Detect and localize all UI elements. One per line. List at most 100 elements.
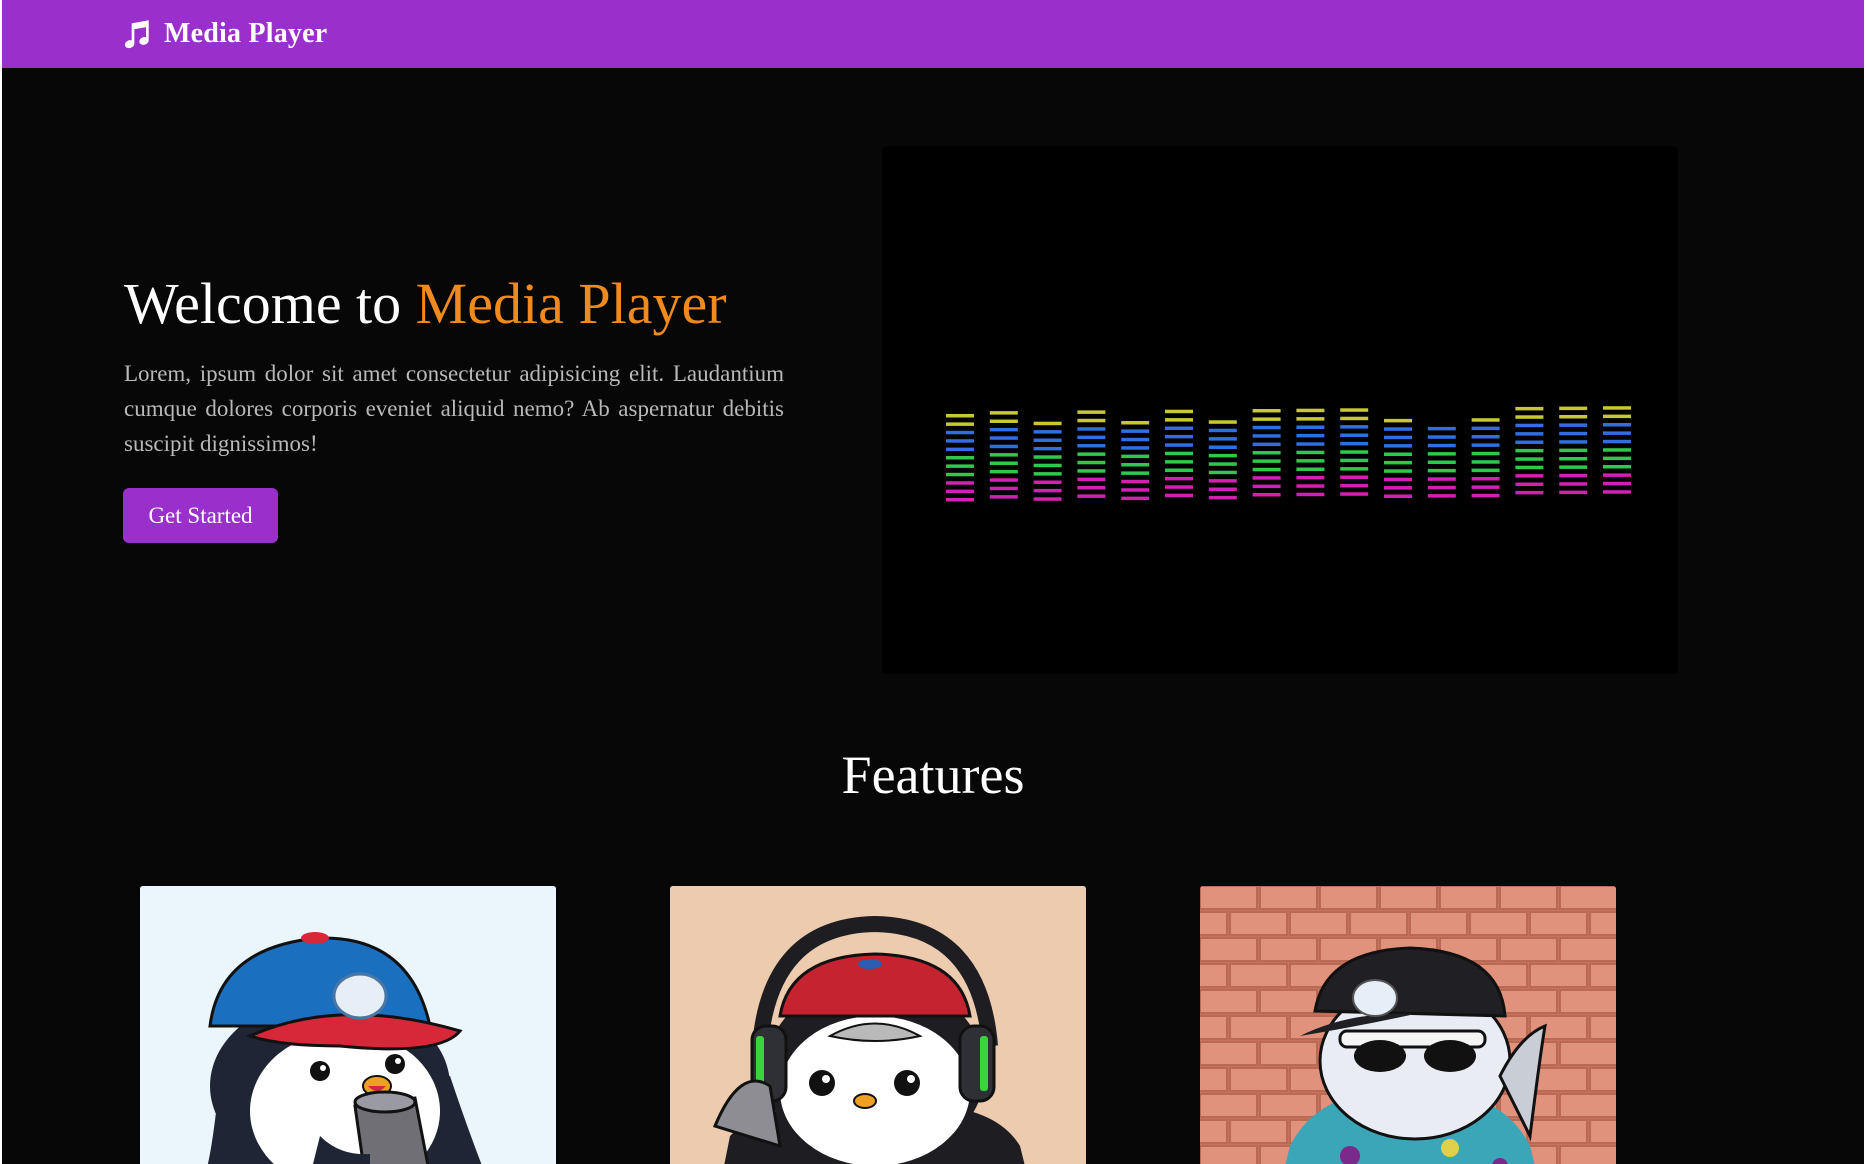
equalizer-band	[946, 414, 974, 502]
equalizer-band	[1033, 421, 1062, 501]
equalizer-segment	[1077, 494, 1106, 498]
equalizer-segment	[1427, 452, 1456, 456]
equalizer-segment	[1471, 493, 1500, 498]
equalizer-segment	[1515, 474, 1544, 478]
equalizer-segment	[1427, 426, 1456, 431]
equalizer-segment	[1559, 431, 1588, 436]
penguin-headphones-image	[670, 886, 1086, 1164]
equalizer-segment	[1077, 444, 1106, 448]
equalizer-segment	[1603, 456, 1631, 461]
equalizer-segment	[1121, 488, 1150, 492]
equalizer-segment	[1296, 475, 1325, 480]
equalizer-segment	[989, 486, 1018, 491]
equalizer-segment	[1384, 460, 1412, 465]
equalizer-segment	[1515, 406, 1544, 411]
equalizer-segment	[1208, 495, 1237, 500]
equalizer-segment	[1077, 427, 1106, 431]
equalizer-segment	[1121, 463, 1150, 467]
equalizer-segment	[1296, 450, 1325, 455]
equalizer-segment	[1033, 480, 1062, 484]
equalizer-segment	[1427, 443, 1456, 448]
equalizer-segment	[1340, 458, 1369, 463]
equalizer-segment	[989, 495, 1018, 499]
equalizer-segment	[1603, 473, 1631, 477]
equalizer-segment	[1252, 467, 1281, 472]
equalizer-segment	[1603, 406, 1631, 410]
equalizer-segment	[1559, 482, 1588, 486]
equalizer-segment	[1515, 448, 1544, 453]
equalizer-segment	[1077, 469, 1106, 473]
equalizer-segment	[1033, 488, 1062, 493]
equalizer-segment	[1559, 440, 1588, 444]
equalizer-segment	[1165, 409, 1193, 414]
equalizer-segment	[1603, 439, 1631, 444]
equalizer-segment	[1603, 431, 1631, 435]
equalizer-segment	[1252, 484, 1281, 489]
equalizer-segment	[1559, 423, 1588, 427]
equalizer-band	[1077, 410, 1106, 498]
penguin-sunglasses-image	[1200, 886, 1616, 1164]
equalizer-segment	[1208, 445, 1237, 449]
equalizer-segment	[1208, 453, 1237, 458]
equalizer-segment	[1559, 406, 1588, 411]
equalizer-segment	[1033, 446, 1062, 451]
equalizer-segment	[1208, 420, 1237, 424]
equalizer-band	[1384, 418, 1412, 498]
equalizer-band	[1252, 409, 1281, 497]
equalizer-segment	[1077, 435, 1106, 440]
equalizer-segment	[1384, 452, 1412, 456]
equalizer-segment	[1559, 457, 1588, 461]
feature-card-3[interactable]	[1200, 886, 1616, 1164]
brand-link[interactable]: Media Player	[120, 16, 327, 52]
equalizer-segment	[1427, 485, 1456, 490]
equalizer-band	[1165, 409, 1193, 498]
equalizer-segment	[1340, 467, 1369, 471]
get-started-button[interactable]: Get Started	[123, 488, 278, 543]
equalizer-segment	[1384, 418, 1412, 423]
equalizer-segment	[989, 427, 1018, 432]
equalizer-segment	[1515, 423, 1544, 428]
equalizer-segment	[946, 447, 974, 452]
equalizer-segment	[1077, 486, 1106, 490]
equalizer-segment	[1340, 450, 1369, 454]
equalizer-segment	[1165, 476, 1193, 481]
equalizer-segment	[989, 419, 1018, 423]
hero-title: Welcome to Media Player	[124, 270, 727, 337]
equalizer-segment	[1559, 490, 1588, 495]
feature-card-2[interactable]	[670, 886, 1086, 1164]
equalizer-segment	[1427, 494, 1456, 498]
equalizer-segment	[946, 456, 974, 460]
equalizer-segment	[1165, 443, 1193, 447]
equalizer-segment	[989, 461, 1018, 465]
equalizer-segment	[946, 481, 974, 485]
equalizer-segment	[1121, 454, 1150, 459]
equalizer-segment	[1515, 490, 1544, 495]
equalizer-segment	[1603, 465, 1631, 469]
feature-card-1[interactable]	[140, 886, 556, 1164]
equalizer-segment	[989, 444, 1018, 449]
features-heading: Features	[841, 745, 1025, 805]
equalizer-segment	[1252, 417, 1281, 421]
penguin-blue-cap-image	[140, 886, 556, 1164]
equalizer-segment	[1077, 418, 1106, 423]
equalizer-bars	[946, 406, 1631, 502]
equalizer-segment	[1340, 475, 1369, 479]
equalizer-segment	[989, 436, 1018, 440]
equalizer-band	[989, 411, 1018, 499]
equalizer-segment	[1340, 483, 1369, 488]
equalizer-segment	[1121, 446, 1150, 450]
equalizer-segment	[1340, 408, 1369, 412]
equalizer-segment	[1471, 443, 1500, 447]
brand-title: Media Player	[164, 18, 328, 49]
equalizer-segment	[1296, 433, 1325, 438]
equalizer-segment	[1033, 430, 1062, 434]
equalizer-segment	[1077, 460, 1106, 465]
music-note-icon	[124, 20, 149, 49]
equalizer-segment	[1077, 452, 1106, 456]
equalizer-segment	[1515, 465, 1544, 470]
equalizer-segment	[1296, 492, 1325, 497]
equalizer-segment	[1427, 435, 1456, 439]
equalizer-segment	[1559, 465, 1588, 469]
equalizer-segment	[1165, 485, 1193, 489]
equalizer-segment	[1165, 418, 1193, 422]
